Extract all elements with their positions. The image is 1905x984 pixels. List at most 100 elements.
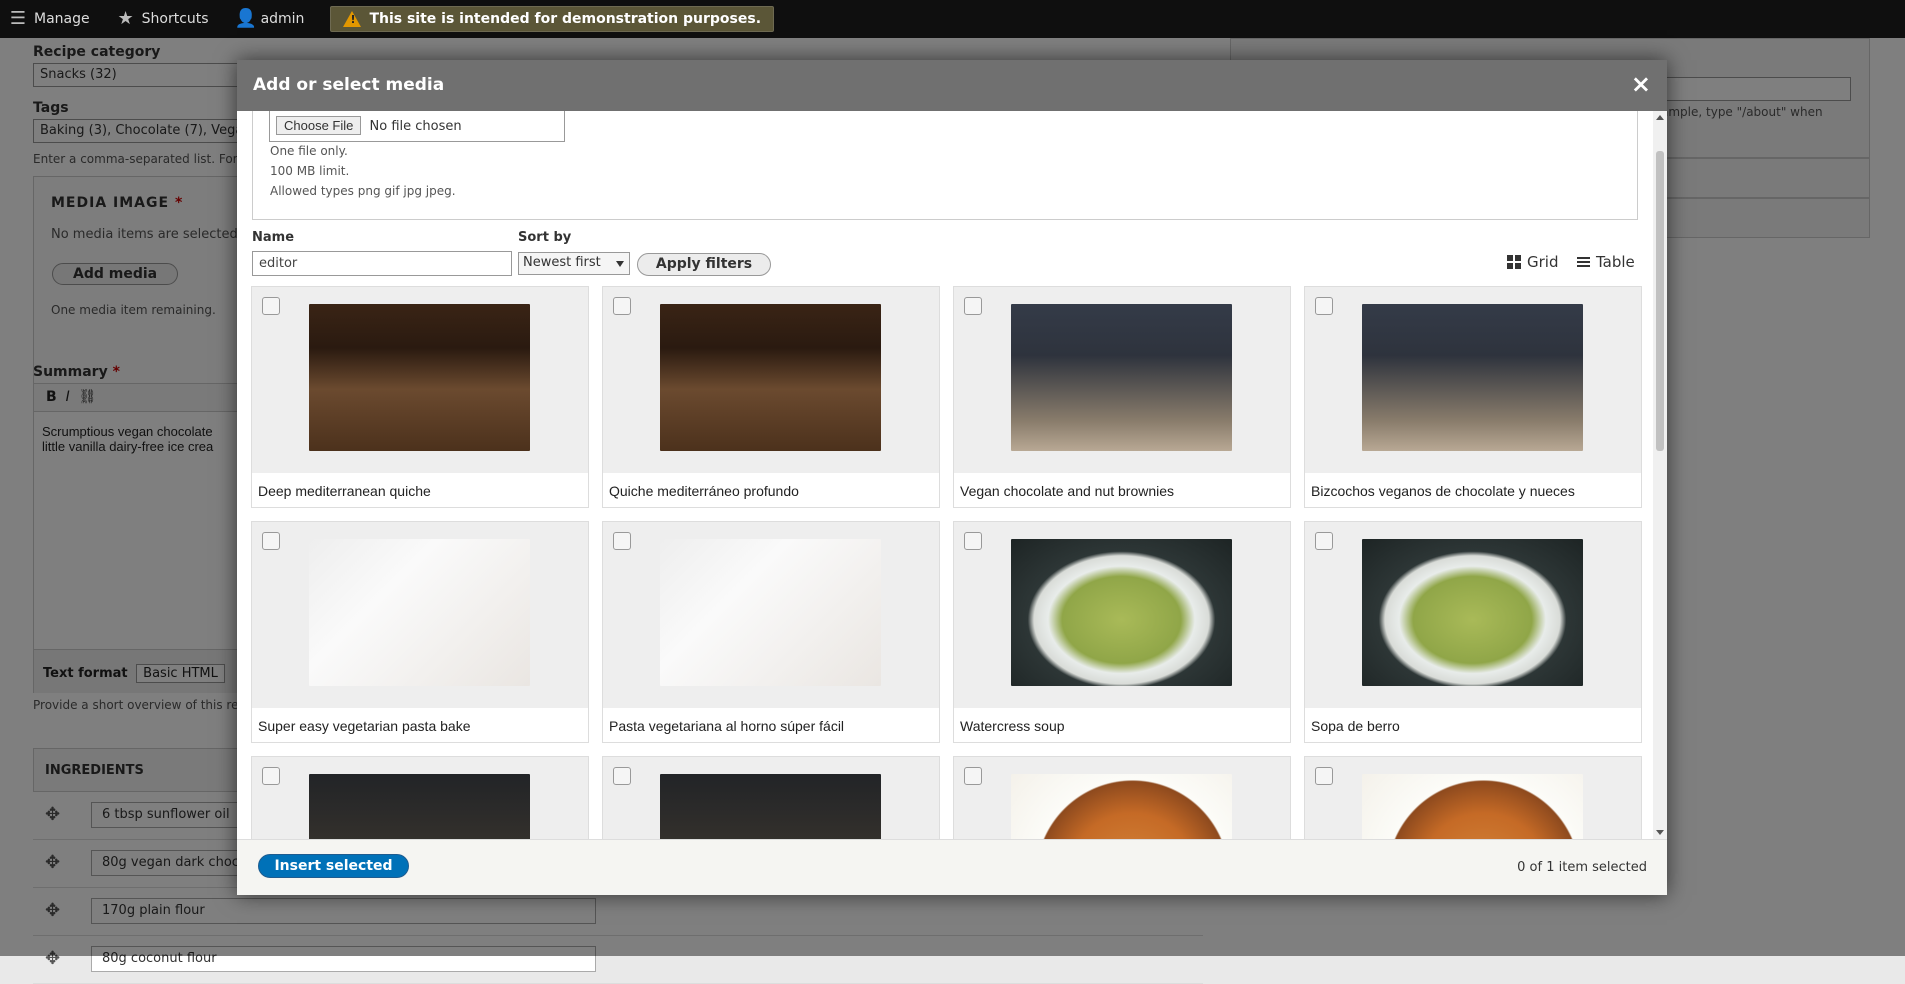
- warning-text: This site is intended for demonstration …: [369, 11, 762, 27]
- star-icon: ★: [117, 8, 134, 29]
- media-item-preview[interactable]: [252, 287, 588, 473]
- chevron-down-icon: [616, 261, 624, 267]
- media-item-card[interactable]: Deep mediterranean quiche: [251, 286, 589, 508]
- close-icon[interactable]: ×: [1631, 70, 1651, 98]
- media-item-card[interactable]: [251, 756, 589, 839]
- upload-fieldset: Choose File No file chosen One file only…: [252, 111, 1638, 220]
- upload-note: 100 MB limit.: [270, 164, 350, 178]
- manage-menu[interactable]: ☰ Manage: [8, 10, 90, 28]
- media-item-card[interactable]: Vegan chocolate and nut brownies: [953, 286, 1291, 508]
- media-item-title: Quiche mediterráneo profundo: [609, 483, 799, 499]
- media-item-card[interactable]: [602, 756, 940, 839]
- select-checkbox[interactable]: [262, 297, 280, 315]
- media-thumbnail: [1362, 774, 1583, 839]
- media-item-card[interactable]: [953, 756, 1291, 839]
- selected-count: 0 of 1 item selected: [1517, 860, 1647, 875]
- insert-selected-button[interactable]: Insert selected: [258, 854, 409, 878]
- media-item-preview[interactable]: [954, 757, 1290, 839]
- dialog-title: Add or select media: [253, 75, 445, 95]
- select-checkbox[interactable]: [1315, 532, 1333, 550]
- select-checkbox[interactable]: [964, 297, 982, 315]
- media-item-card[interactable]: Pasta vegetariana al horno súper fácil: [602, 521, 940, 743]
- media-thumbnail: [309, 304, 530, 451]
- media-item-preview[interactable]: [603, 522, 939, 708]
- demo-warning-badge: This site is intended for demonstration …: [330, 6, 775, 32]
- select-checkbox[interactable]: [262, 532, 280, 550]
- media-item-preview[interactable]: [252, 522, 588, 708]
- admin-toolbar: ☰ Manage ★ Shortcuts 👤 admin This site i…: [0, 0, 1905, 38]
- apply-filters-button[interactable]: Apply filters: [637, 253, 771, 276]
- select-checkbox[interactable]: [613, 767, 631, 785]
- media-item-card[interactable]: Super easy vegetarian pasta bake: [251, 521, 589, 743]
- media-item-preview[interactable]: [954, 522, 1290, 708]
- upload-note: Allowed types png gif jpg jpeg.: [270, 184, 456, 198]
- select-checkbox[interactable]: [964, 767, 982, 785]
- media-thumbnail: [1362, 539, 1583, 686]
- table-label: Table: [1596, 253, 1635, 271]
- media-library-dialog: Add or select media × Choose File No fil…: [237, 60, 1667, 895]
- upload-note: One file only.: [270, 144, 348, 158]
- grid-icon: [1507, 255, 1521, 269]
- dialog-titlebar: Add or select media ×: [237, 60, 1667, 111]
- hamburger-menu-icon: ☰: [9, 8, 27, 29]
- media-thumbnail: [660, 774, 881, 839]
- media-item-card[interactable]: Watercress soup: [953, 521, 1291, 743]
- media-item-title: Vegan chocolate and nut brownies: [960, 483, 1175, 499]
- select-checkbox[interactable]: [613, 532, 631, 550]
- select-checkbox[interactable]: [1315, 297, 1333, 315]
- sort-by-select[interactable]: Newest first: [518, 252, 630, 275]
- media-item-preview[interactable]: [603, 287, 939, 473]
- media-item-preview[interactable]: [1305, 287, 1641, 473]
- media-thumbnail: [1011, 304, 1232, 451]
- media-item-title: Sopa de berro: [1311, 718, 1400, 734]
- warning-icon: [343, 11, 362, 27]
- grid-view-toggle[interactable]: Grid: [1507, 253, 1558, 271]
- media-item-title: Watercress soup: [960, 718, 1065, 734]
- media-item-card[interactable]: Bizcochos veganos de chocolate y nueces: [1304, 286, 1642, 508]
- shortcuts-label: Shortcuts: [141, 11, 209, 27]
- user-menu[interactable]: 👤 admin: [235, 10, 305, 28]
- media-item-preview[interactable]: [1305, 522, 1641, 708]
- select-checkbox[interactable]: [964, 532, 982, 550]
- media-item-preview[interactable]: [603, 757, 939, 839]
- grid-label: Grid: [1527, 253, 1559, 271]
- media-item-preview[interactable]: [954, 287, 1290, 473]
- media-item-preview[interactable]: [252, 757, 588, 839]
- table-view-toggle[interactable]: Table: [1577, 253, 1635, 271]
- media-item-title: Super easy vegetarian pasta bake: [258, 718, 471, 734]
- select-checkbox[interactable]: [262, 767, 280, 785]
- media-item-preview[interactable]: [1305, 757, 1641, 839]
- file-input[interactable]: Choose File No file chosen: [269, 111, 565, 142]
- media-thumbnail: [309, 774, 530, 839]
- dialog-content: Choose File No file chosen One file only…: [237, 111, 1667, 839]
- scroll-thumb[interactable]: [1656, 151, 1664, 451]
- shortcuts-menu[interactable]: ★ Shortcuts: [116, 10, 209, 28]
- scroll-up-icon[interactable]: [1656, 115, 1664, 120]
- manage-label: Manage: [34, 11, 90, 27]
- list-icon: [1577, 257, 1590, 267]
- media-thumbnail: [309, 539, 530, 686]
- media-thumbnail: [1362, 304, 1583, 451]
- user-icon: 👤: [234, 8, 257, 29]
- select-checkbox[interactable]: [1315, 767, 1333, 785]
- select-checkbox[interactable]: [613, 297, 631, 315]
- media-item-title: Bizcochos veganos de chocolate y nueces: [1311, 483, 1575, 499]
- scroll-down-icon[interactable]: [1656, 830, 1664, 835]
- media-thumbnail: [1011, 774, 1232, 839]
- user-label: admin: [260, 11, 305, 27]
- dialog-footer: Insert selected 0 of 1 item selected: [237, 839, 1667, 895]
- media-item-title: Deep mediterranean quiche: [258, 483, 431, 499]
- media-item-card[interactable]: Quiche mediterráneo profundo: [602, 286, 940, 508]
- media-thumbnail: [1011, 539, 1232, 686]
- media-thumbnail: [660, 539, 881, 686]
- media-item-card[interactable]: [1304, 756, 1642, 839]
- name-filter-input[interactable]: editor: [252, 251, 512, 276]
- no-file-text: No file chosen: [369, 119, 462, 134]
- choose-file-button[interactable]: Choose File: [276, 116, 362, 135]
- dialog-scrollbar[interactable]: [1653, 111, 1667, 839]
- media-thumbnail: [660, 304, 881, 451]
- name-filter-label: Name: [252, 230, 295, 245]
- media-item-card[interactable]: Sopa de berro: [1304, 521, 1642, 743]
- media-item-title: Pasta vegetariana al horno súper fácil: [609, 718, 845, 734]
- sort-by-label: Sort by: [518, 230, 572, 245]
